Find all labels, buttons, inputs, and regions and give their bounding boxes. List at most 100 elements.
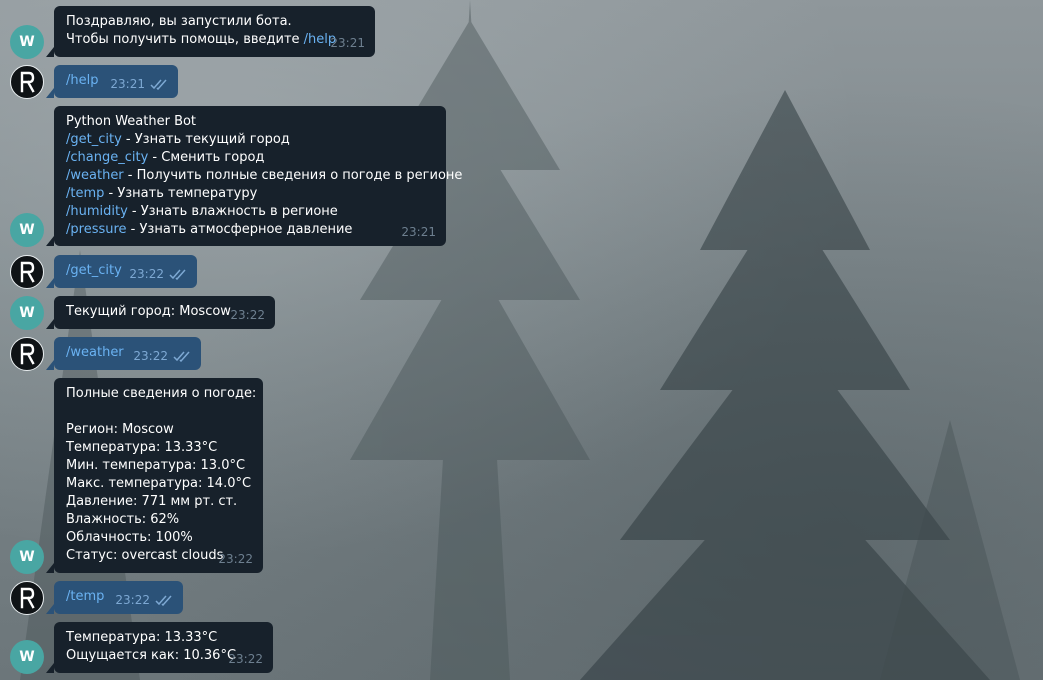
message-text: Полные сведения о погоде:	[66, 386, 257, 401]
incoming-message[interactable]: Поздравляю, вы запустили бота. Чтобы полу…	[46, 6, 375, 57]
command-link[interactable]: /pressure	[66, 222, 127, 237]
message-line: /temp - Узнать температуру	[66, 185, 434, 203]
r-logo-icon	[17, 261, 37, 283]
message-text: Чтобы получить помощь, введите	[66, 32, 304, 47]
bot-avatar[interactable]: W	[10, 640, 44, 674]
message-text: Python Weather Bot	[66, 114, 197, 129]
message-time: 23:21	[110, 77, 145, 91]
message-line: Влажность: 62%	[66, 511, 251, 529]
message-meta: 23:22	[230, 306, 265, 324]
message-text: Регион: Moscow	[66, 422, 174, 437]
message-text: Температура: 13.33°C	[66, 630, 218, 645]
message-line: Поздравляю, вы запустили бота.	[66, 13, 363, 31]
user-avatar[interactable]	[10, 581, 44, 615]
incoming-message[interactable]: Текущий город: Moscow 23:22	[46, 296, 275, 329]
double-check-icon	[150, 79, 167, 90]
bot-avatar-letter: W	[19, 222, 35, 238]
command-link[interactable]: /weather	[66, 168, 124, 183]
outgoing-message[interactable]: /help 23:21	[46, 65, 178, 98]
message-text: Макс. температура: 14.0°C	[66, 476, 252, 491]
outgoing-message[interactable]: /get_city 23:22	[46, 255, 197, 288]
command-link[interactable]: /weather	[66, 345, 124, 360]
message-line: Макс. температура: 14.0°C	[66, 475, 251, 493]
user-avatar[interactable]	[10, 65, 44, 99]
command-link[interactable]: /help	[66, 73, 98, 88]
message-text: Поздравляю, вы запустили бота.	[66, 14, 292, 29]
bot-avatar-letter: W	[19, 649, 35, 665]
command-link[interactable]: /temp	[66, 186, 104, 201]
message-time: 23:21	[330, 36, 365, 50]
message-line: Облачность: 100%	[66, 529, 251, 547]
message-meta: 23:21	[110, 75, 168, 93]
command-link[interactable]: /temp	[66, 589, 104, 604]
incoming-message[interactable]: Python Weather Bot/get_city - Узнать тек…	[46, 106, 462, 246]
message-text: - Узнать атмосферное давление	[126, 222, 353, 237]
bot-avatar[interactable]: W	[10, 296, 44, 330]
message-time: 23:22	[230, 308, 265, 322]
outgoing-message[interactable]: /temp 23:22	[46, 581, 183, 614]
message-meta: 23:22	[133, 347, 191, 365]
r-logo-icon	[17, 587, 37, 609]
message-text: - Получить полные сведения о погоде в ре…	[123, 168, 463, 183]
message-time: 23:22	[115, 593, 150, 607]
bot-avatar[interactable]: W	[10, 25, 44, 59]
message-line: Полные сведения о погоде:	[66, 385, 256, 403]
outgoing-message[interactable]: /weather 23:22	[46, 337, 201, 370]
message-text: Температура: 13.33°C	[66, 440, 218, 455]
user-avatar[interactable]	[10, 255, 44, 289]
message-meta: 23:22	[129, 265, 187, 283]
bot-avatar-letter: W	[19, 549, 35, 565]
message-line: Python Weather Bot	[66, 113, 434, 131]
double-check-icon	[155, 595, 172, 606]
message-meta: 23:21	[330, 34, 365, 52]
message-text: - Узнать текущий город	[121, 132, 290, 147]
bot-avatar-letter: W	[19, 305, 35, 321]
command-link[interactable]: /change_city	[66, 150, 148, 165]
message-text: - Узнать влажность в регионе	[127, 204, 338, 219]
bot-avatar[interactable]: W	[10, 213, 44, 247]
incoming-message[interactable]: Полные сведения о погоде: Регион: Moscow…	[46, 378, 263, 573]
message-time: 23:22	[133, 349, 168, 363]
message-line: /pressure - Узнать атмосферное давление	[66, 221, 434, 239]
message-text: Текущий город: Moscow	[66, 304, 231, 319]
message-text: Статус: overcast clouds	[66, 548, 224, 563]
chat-history[interactable]: W Поздравляю, вы запустили бота. Чтобы пол…	[0, 0, 1043, 680]
user-avatar[interactable]	[10, 337, 44, 371]
double-check-icon	[173, 351, 190, 362]
message-line: /weather - Получить полные сведения о по…	[66, 167, 462, 185]
message-text: - Сменить город	[148, 150, 265, 165]
message-line: Мин. температура: 13.0°C	[66, 457, 251, 475]
message-time: 23:22	[218, 552, 253, 566]
message-line: /get_city - Узнать текущий город	[66, 131, 434, 149]
bot-avatar-letter: W	[19, 34, 35, 50]
message-line: Температура: 13.33°C	[66, 439, 251, 457]
message-text: Мин. температура: 13.0°C	[66, 458, 246, 473]
message-text: Давление: 771 мм рт. ст.	[66, 494, 238, 509]
message-meta: 23:21	[401, 223, 436, 241]
message-meta: 23:22	[115, 591, 173, 609]
r-logo-icon	[17, 71, 37, 93]
message-line	[66, 403, 251, 421]
message-meta: 23:22	[228, 650, 263, 668]
message-text: - Узнать температуру	[104, 186, 258, 201]
r-logo-icon	[17, 343, 37, 365]
command-link[interactable]: /humidity	[66, 204, 128, 219]
command-link[interactable]: /get_city	[66, 132, 122, 147]
message-meta: 23:22	[218, 550, 253, 568]
message-line: Температура: 13.33°C	[66, 629, 261, 647]
command-link[interactable]: /get_city	[66, 263, 122, 278]
message-line: Давление: 771 мм рт. ст.	[66, 493, 251, 511]
double-check-icon	[169, 269, 186, 280]
message-line: /change_city - Сменить город	[66, 149, 434, 167]
message-time: 23:22	[228, 652, 263, 666]
message-time: 23:22	[129, 267, 164, 281]
bot-avatar[interactable]: W	[10, 540, 44, 574]
message-text: Ощущается как: 10.36°C	[66, 648, 237, 663]
message-time: 23:21	[401, 225, 436, 239]
message-line: /humidity - Узнать влажность в регионе	[66, 203, 434, 221]
message-text: Влажность: 62%	[66, 512, 180, 527]
incoming-message[interactable]: Температура: 13.33°C Ощущается как: 10.36…	[46, 622, 273, 673]
message-text: Облачность: 100%	[66, 530, 193, 545]
message-line: Регион: Moscow	[66, 421, 251, 439]
message-line: Чтобы получить помощь, введите /help	[66, 31, 363, 49]
